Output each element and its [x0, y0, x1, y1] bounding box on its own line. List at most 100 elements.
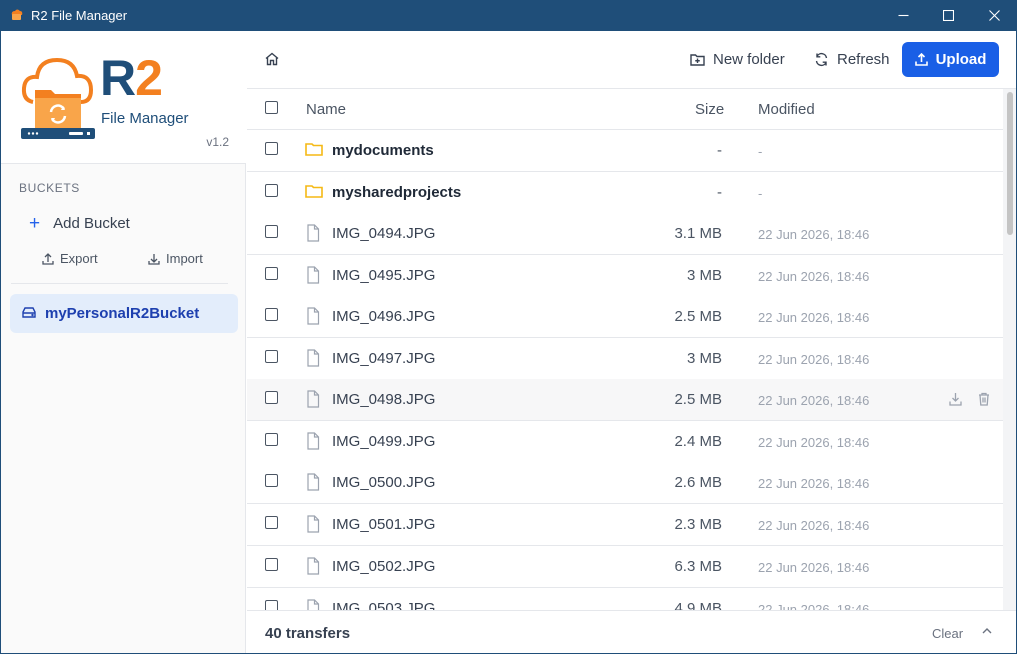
minimize-icon: [898, 14, 908, 17]
home-icon[interactable]: [265, 52, 279, 66]
file-icon: [307, 515, 320, 533]
table-row[interactable]: mysharedprojects - -: [247, 172, 1003, 214]
row-checkbox[interactable]: [265, 391, 278, 404]
download-icon[interactable]: [949, 392, 962, 406]
table-row[interactable]: IMG_0498.JPG 2.5 MB 22 Jun 2026, 18:46: [247, 379, 1003, 421]
file-size: 2.6 MB: [674, 474, 722, 491]
row-checkbox[interactable]: [265, 350, 278, 363]
row-checkbox[interactable]: [265, 184, 278, 197]
trash-icon[interactable]: [978, 392, 990, 406]
storage-drive-icon: [22, 307, 36, 318]
r2-logo-icon: [21, 57, 95, 139]
file-size: 2.3 MB: [674, 516, 722, 533]
file-size: 2.5 MB: [674, 391, 722, 408]
file-icon: [307, 224, 320, 242]
file-size: -: [717, 184, 722, 201]
file-name: IMG_0498.JPG: [332, 391, 436, 408]
table-row[interactable]: IMG_0501.JPG 2.3 MB 22 Jun 2026, 18:46: [247, 504, 1003, 546]
minimize-button[interactable]: [880, 0, 926, 31]
row-checkbox[interactable]: [265, 600, 278, 610]
file-size: 2.4 MB: [674, 433, 722, 450]
close-window-button[interactable]: [971, 0, 1017, 31]
window-title: R2 File Manager: [31, 8, 128, 23]
file-modified: 22 Jun 2026, 18:46: [758, 518, 870, 533]
add-bucket-button[interactable]: + Add Bucket: [29, 212, 130, 234]
refresh-icon: [815, 52, 828, 67]
file-name: IMG_0499.JPG: [332, 433, 436, 450]
row-checkbox[interactable]: [265, 142, 278, 155]
new-folder-button[interactable]: New folder: [690, 51, 785, 68]
table-row[interactable]: IMG_0503.JPG 4.9 MB 22 Jun 2026, 18:46: [247, 588, 1003, 610]
table-header: Name Size Modified: [247, 89, 1003, 130]
new-folder-label: New folder: [713, 51, 785, 68]
file-icon: [307, 307, 320, 325]
import-button[interactable]: Import: [148, 251, 203, 266]
file-icon: [307, 473, 320, 491]
logo-area: R2 File Manager v1.2: [1, 31, 246, 164]
table-row[interactable]: IMG_0500.JPG 2.6 MB 22 Jun 2026, 18:46: [247, 462, 1003, 504]
file-size: 6.3 MB: [674, 558, 722, 575]
file-icon: [307, 599, 320, 610]
export-label: Export: [60, 251, 98, 266]
buckets-section-label: BUCKETS: [19, 181, 80, 195]
export-button[interactable]: Export: [42, 251, 98, 266]
file-name: IMG_0496.JPG: [332, 308, 436, 325]
file-icon: [307, 557, 320, 575]
column-header-size[interactable]: Size: [695, 101, 724, 118]
file-modified: 22 Jun 2026, 18:46: [758, 269, 870, 284]
chevron-up-icon[interactable]: [982, 627, 992, 634]
file-name: IMG_0495.JPG: [332, 267, 436, 284]
upload-button[interactable]: Upload: [902, 42, 999, 77]
file-icon: [307, 349, 320, 367]
table-row[interactable]: IMG_0499.JPG 2.4 MB 22 Jun 2026, 18:46: [247, 421, 1003, 463]
row-checkbox[interactable]: [265, 558, 278, 571]
vertical-scrollbar[interactable]: [1003, 89, 1016, 610]
row-checkbox[interactable]: [265, 225, 278, 238]
transfers-count[interactable]: 40 transfers: [265, 625, 350, 642]
row-checkbox[interactable]: [265, 267, 278, 280]
file-size: 2.5 MB: [674, 308, 722, 325]
export-icon: [42, 252, 54, 265]
column-header-name[interactable]: Name: [306, 101, 346, 118]
plus-icon: +: [29, 212, 41, 234]
file-modified: 22 Jun 2026, 18:46: [758, 310, 870, 325]
import-label: Import: [166, 251, 203, 266]
close-icon: [988, 10, 1000, 21]
file-modified: 22 Jun 2026, 18:46: [758, 602, 870, 610]
row-checkbox[interactable]: [265, 308, 278, 321]
clear-transfers-button[interactable]: Clear: [932, 626, 963, 641]
row-checkbox[interactable]: [265, 516, 278, 529]
logo-wordmark: R2: [100, 50, 163, 106]
table-row[interactable]: IMG_0496.JPG 2.5 MB 22 Jun 2026, 18:46: [247, 296, 1003, 338]
row-checkbox[interactable]: [265, 474, 278, 487]
title-bar: R2 File Manager: [0, 0, 1017, 31]
file-icon: [307, 432, 320, 450]
refresh-button[interactable]: Refresh: [814, 51, 890, 68]
table-row[interactable]: IMG_0494.JPG 3.1 MB 22 Jun 2026, 18:46: [247, 213, 1003, 255]
table-row[interactable]: IMG_0497.JPG 3 MB 22 Jun 2026, 18:46: [247, 338, 1003, 380]
column-header-modified[interactable]: Modified: [758, 101, 815, 118]
sidebar-item-bucket[interactable]: myPersonalR2Bucket: [10, 294, 238, 333]
table-row[interactable]: mydocuments - -: [247, 130, 1003, 172]
logo-subtitle: File Manager: [101, 110, 189, 127]
transfers-footer: 40 transfers Clear: [247, 610, 1016, 653]
table-row[interactable]: IMG_0495.JPG 3 MB 22 Jun 2026, 18:46: [247, 255, 1003, 297]
row-checkbox[interactable]: [265, 433, 278, 446]
maximize-button[interactable]: [925, 0, 971, 31]
file-name: IMG_0502.JPG: [332, 558, 436, 575]
file-name: IMG_0497.JPG: [332, 350, 436, 367]
select-all-checkbox[interactable]: [265, 101, 278, 114]
add-bucket-label: Add Bucket: [53, 214, 130, 232]
file-icon: [307, 266, 320, 284]
folder-icon: [305, 143, 323, 156]
version-label: v1.2: [206, 135, 229, 149]
file-size: 3 MB: [686, 350, 722, 367]
table-row[interactable]: IMG_0502.JPG 6.3 MB 22 Jun 2026, 18:46: [247, 546, 1003, 588]
file-name: IMG_0501.JPG: [332, 516, 436, 533]
file-size: 3.1 MB: [674, 225, 722, 242]
scrollbar-thumb[interactable]: [1007, 92, 1013, 235]
file-name: IMG_0503.JPG: [332, 600, 436, 610]
file-modified: 22 Jun 2026, 18:46: [758, 227, 870, 242]
maximize-icon: [942, 10, 954, 21]
toolbar: New folder Refresh Upload: [247, 31, 1016, 89]
